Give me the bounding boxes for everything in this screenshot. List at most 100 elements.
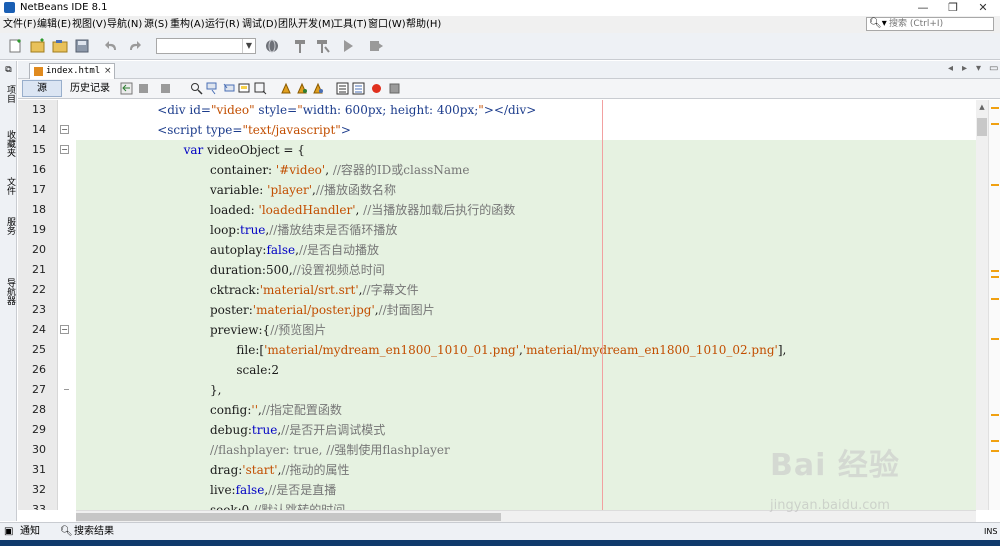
clean-build-icon[interactable]	[314, 38, 330, 54]
menu-view[interactable]: 视图(V)	[72, 16, 107, 33]
search-results-icon[interactable]: 🔍︎	[60, 525, 73, 539]
toggle-highlight-icon[interactable]	[238, 82, 251, 95]
open-project-icon[interactable]	[52, 38, 68, 54]
stripe-marker[interactable]	[991, 107, 999, 109]
menu-tools[interactable]: 工具(T)	[333, 16, 367, 33]
menu-window[interactable]: 窗口(W)	[368, 16, 406, 33]
error-stripe[interactable]	[988, 100, 1000, 510]
side-tab-favorites[interactable]: 收藏夹	[2, 121, 15, 165]
last-edit-icon[interactable]	[120, 82, 133, 95]
build-hammer-icon[interactable]	[292, 38, 308, 54]
toggle-bookmark-icon[interactable]	[312, 82, 325, 95]
side-tab-services[interactable]: 服务	[2, 211, 15, 241]
code-line[interactable]: poster:'material/poster.jpg',//封面图片	[210, 300, 435, 320]
code-line[interactable]: loaded: 'loadedHandler', //当播放器加载后执行的函数	[210, 200, 515, 220]
menu-help[interactable]: 帮助(H)	[406, 16, 441, 33]
redo-icon[interactable]	[126, 38, 142, 54]
code-line[interactable]: file:['material/mydream_en1800_1010_01.p…	[236, 340, 786, 360]
stripe-marker[interactable]	[991, 123, 999, 125]
save-all-icon[interactable]	[74, 38, 90, 54]
find-previous-icon[interactable]	[206, 82, 219, 95]
code-line[interactable]: container: '#video', //容器的ID或className	[210, 160, 469, 180]
new-file-icon[interactable]	[8, 38, 24, 54]
back-icon[interactable]	[138, 82, 151, 95]
code-line[interactable]: variable: 'player',//播放函数名称	[210, 180, 396, 200]
tab-history[interactable]: 历史记录	[70, 80, 110, 97]
line-number: 27	[32, 383, 46, 396]
new-project-icon[interactable]	[30, 38, 46, 54]
stripe-marker[interactable]	[991, 298, 999, 300]
menu-edit[interactable]: 编辑(E)	[37, 16, 71, 33]
tab-scroll-right-icon[interactable]: ▸	[962, 63, 967, 74]
previous-bookmark-icon[interactable]	[280, 82, 293, 95]
stripe-marker[interactable]	[991, 440, 999, 442]
code-line[interactable]: config:'',//指定配置函数	[210, 400, 342, 420]
code-line[interactable]: loop:true,//播放结束是否循环播放	[210, 220, 397, 240]
horizontal-scroll-thumb[interactable]	[76, 513, 501, 521]
close-tab-icon[interactable]: ×	[104, 65, 112, 78]
undo-icon[interactable]	[104, 38, 120, 54]
search-results-tab[interactable]: 搜索结果	[74, 525, 114, 539]
search-input[interactable]: 🔍︎▾ 搜索 (Ctrl+I)	[866, 17, 994, 31]
code-line[interactable]: <div id="video" style="width: 600px; hei…	[157, 100, 536, 120]
configuration-select[interactable]: ▼	[156, 38, 256, 54]
notifications-icon[interactable]: ▣	[4, 525, 13, 539]
code-line[interactable]: },	[210, 380, 221, 400]
shift-right-icon[interactable]	[352, 82, 365, 95]
start-macro-recording-icon[interactable]	[370, 82, 383, 95]
tab-index-html[interactable]: index.html ×	[29, 63, 115, 79]
code-line[interactable]: autoplay:false,//是否自动播放	[210, 240, 379, 260]
menu-source[interactable]: 源(S)	[144, 16, 168, 33]
fold-toggle-icon[interactable]: −	[60, 325, 69, 334]
find-next-icon[interactable]	[222, 82, 235, 95]
menu-refactor[interactable]: 重构(A)	[170, 16, 205, 33]
fold-toggle-icon[interactable]: −	[60, 125, 69, 134]
stripe-marker[interactable]	[991, 450, 999, 452]
fold-toggle-icon[interactable]: −	[60, 145, 69, 154]
vertical-scroll-thumb[interactable]	[977, 118, 987, 136]
stop-macro-recording-icon[interactable]	[388, 82, 401, 95]
find-icon[interactable]	[190, 82, 203, 95]
code-line[interactable]: preview:{//预览图片	[210, 320, 326, 340]
maximize-window-icon[interactable]: ▭	[989, 63, 998, 74]
side-tab-files[interactable]: 文件	[2, 171, 15, 201]
globe-icon[interactable]	[264, 38, 280, 54]
stripe-marker[interactable]	[991, 184, 999, 186]
code-line[interactable]: var videoObject = {	[184, 140, 305, 160]
menu-debug[interactable]: 调试(D)	[242, 16, 278, 33]
stripe-marker[interactable]	[991, 338, 999, 340]
code-line[interactable]: seek:0,//默认跳转的时间	[210, 500, 345, 510]
stripe-marker[interactable]	[991, 414, 999, 416]
restore-window-icon[interactable]: ⧉	[2, 65, 15, 77]
code-line[interactable]: live:false,//是否是直播	[210, 480, 336, 500]
toggle-rect-selection-icon[interactable]	[254, 82, 267, 95]
shift-left-icon[interactable]	[336, 82, 349, 95]
stripe-marker[interactable]	[991, 276, 999, 278]
restore-button[interactable]: ❐	[938, 0, 968, 16]
code-line[interactable]: //flashplayer: true, //强制使用flashplayer	[210, 440, 450, 460]
close-button[interactable]: ✕	[968, 0, 998, 16]
scroll-up-icon[interactable]: ▲	[976, 100, 988, 114]
code-line[interactable]: cktrack:'material/srt.srt',//字幕文件	[210, 280, 419, 300]
forward-icon[interactable]	[160, 82, 173, 95]
minimize-button[interactable]: —	[908, 0, 938, 16]
run-icon[interactable]	[340, 38, 356, 54]
code-line[interactable]: <script type="text/javascript">	[157, 120, 351, 140]
tab-list-icon[interactable]: ▾	[976, 63, 981, 74]
tab-source[interactable]: 源	[22, 80, 62, 97]
code-line[interactable]: drag:'start',//拖动的属性	[210, 460, 350, 480]
next-bookmark-icon[interactable]	[296, 82, 309, 95]
notifications-tab[interactable]: 通知	[20, 525, 40, 539]
side-tab-projects[interactable]: 项目	[2, 81, 15, 107]
code-line[interactable]: scale:2	[236, 360, 279, 380]
menu-file[interactable]: 文件(F)	[3, 16, 37, 33]
menu-run[interactable]: 运行(R)	[205, 16, 240, 33]
debug-icon[interactable]	[368, 38, 384, 54]
menu-navigate[interactable]: 导航(N)	[107, 16, 142, 33]
stripe-marker[interactable]	[991, 270, 999, 272]
side-tab-navigator[interactable]: 导航器	[2, 271, 15, 311]
code-line[interactable]: debug:true,//是否开启调试模式	[210, 420, 385, 440]
code-line[interactable]: duration:500,//设置视频总时间	[210, 260, 385, 280]
tab-scroll-left-icon[interactable]: ◂	[948, 63, 953, 74]
menu-team[interactable]: 团队开发(M)	[278, 16, 334, 33]
